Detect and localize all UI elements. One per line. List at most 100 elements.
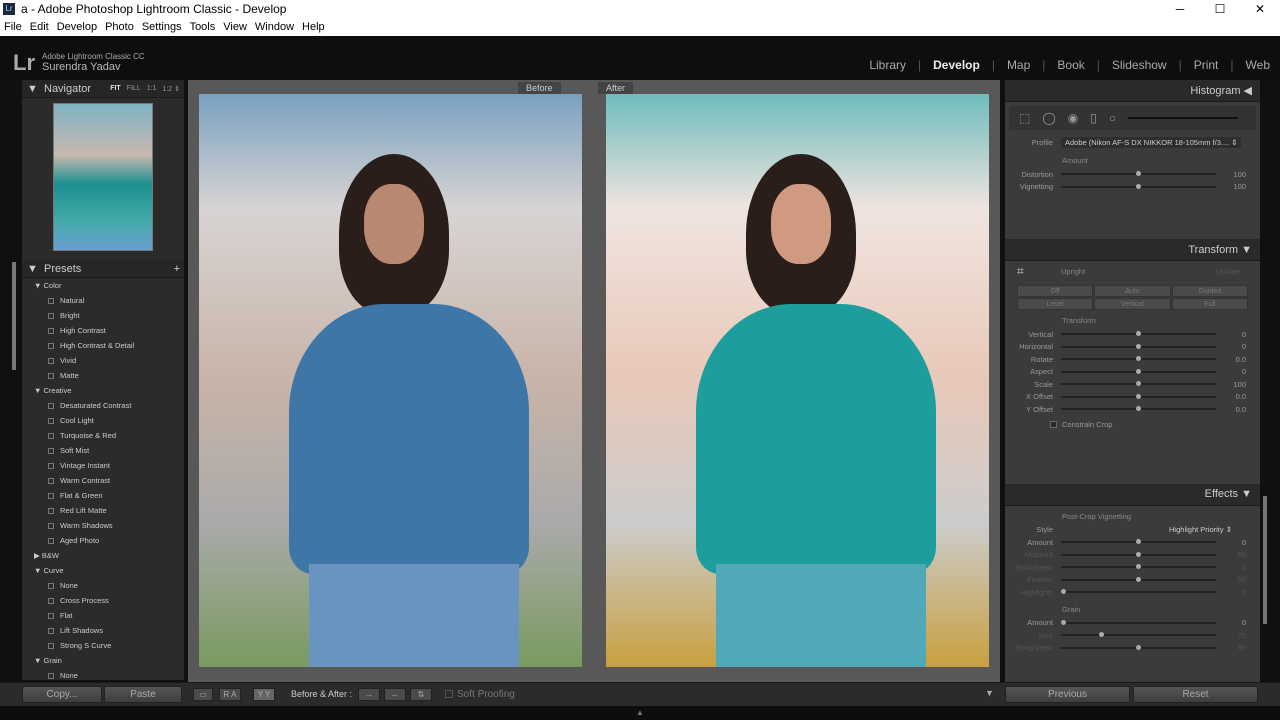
menu-edit[interactable]: Edit xyxy=(30,21,49,33)
slider-thumb[interactable] xyxy=(1136,576,1141,582)
before-photo[interactable] xyxy=(199,94,582,667)
slider-thumb[interactable] xyxy=(1136,564,1141,570)
slider-amount[interactable]: Amount 0 xyxy=(1005,617,1260,630)
slider-amount[interactable]: Amount 0 xyxy=(1005,536,1260,549)
red-eye-icon[interactable]: ◉ xyxy=(1068,111,1078,125)
menu-file[interactable]: File xyxy=(4,21,22,33)
slider-thumb[interactable] xyxy=(1136,644,1141,650)
upright-auto-button[interactable]: Auto xyxy=(1094,285,1171,297)
menu-window[interactable]: Window xyxy=(255,21,294,33)
preset-item[interactable]: Warm Shadows xyxy=(22,518,184,533)
zoom-option[interactable]: FIT xyxy=(110,85,121,93)
navigator-header[interactable]: ▼ Navigator FIT FILL 1:1 1:2 ⇕ xyxy=(22,80,184,98)
close-button[interactable]: ✕ xyxy=(1240,0,1280,18)
preset-item[interactable]: Flat xyxy=(22,608,184,623)
slider-thumb[interactable] xyxy=(1136,183,1141,189)
slider-value[interactable]: 50 xyxy=(1216,643,1246,652)
slider-highlights[interactable]: Highlights 0 xyxy=(1005,586,1260,599)
preset-item[interactable]: Desaturated Contrast xyxy=(22,398,184,413)
slider-value[interactable]: 0 xyxy=(1216,563,1246,572)
slider-thumb[interactable] xyxy=(1098,632,1104,638)
slider-midpoint[interactable]: Midpoint 50 xyxy=(1005,549,1260,562)
slider-vignetting[interactable]: Vignetting 100 xyxy=(1005,181,1260,194)
slider-vertical[interactable]: Vertical 0 xyxy=(1005,328,1260,341)
radial-filter-icon[interactable]: ○ xyxy=(1109,111,1116,125)
constrain-crop-checkbox[interactable] xyxy=(1050,421,1057,428)
slider-value[interactable]: 25 xyxy=(1216,631,1246,640)
slider-y-offset[interactable]: Y Offset 0.0 xyxy=(1005,403,1260,416)
slider-thumb[interactable] xyxy=(1136,331,1141,337)
preset-item[interactable]: High Contrast & Detail xyxy=(22,338,184,353)
module-develop[interactable]: Develop xyxy=(933,58,980,72)
swap-button[interactable]: ⇅ xyxy=(410,688,432,701)
slider-track[interactable] xyxy=(1061,171,1216,177)
filmstrip-toggle-icon[interactable]: ▲ xyxy=(636,708,644,717)
slider-size[interactable]: Size 25 xyxy=(1005,629,1260,642)
soft-proofing-checkbox[interactable] xyxy=(445,690,453,698)
preset-item[interactable]: Strong S Curve xyxy=(22,638,184,653)
effects-header[interactable]: Effects ▼ xyxy=(1005,483,1260,506)
crop-icon[interactable]: ⌗ xyxy=(1005,264,1025,279)
brush-slider[interactable] xyxy=(1128,117,1239,119)
slider-track[interactable] xyxy=(1061,632,1216,638)
preset-item[interactable]: Matte xyxy=(22,368,184,383)
graduated-filter-icon[interactable]: ▯ xyxy=(1090,111,1097,125)
slider-track[interactable] xyxy=(1061,576,1216,582)
module-web[interactable]: Web xyxy=(1246,58,1270,72)
slider-value[interactable]: 100 xyxy=(1216,170,1246,179)
preset-item[interactable]: Vivid xyxy=(22,353,184,368)
slider-value[interactable]: 100 xyxy=(1216,182,1246,191)
slider-track[interactable] xyxy=(1061,331,1216,337)
slider-thumb[interactable] xyxy=(1136,393,1141,399)
slider-roundness[interactable]: Roundness 0 xyxy=(1005,561,1260,574)
menu-view[interactable]: View xyxy=(223,21,247,33)
slider-track[interactable] xyxy=(1061,356,1216,362)
before-after-tb-button[interactable]: Y Y xyxy=(253,688,275,701)
preset-item[interactable]: None xyxy=(22,668,184,682)
slider-x-offset[interactable]: X Offset 0.0 xyxy=(1005,391,1260,404)
histogram-header[interactable]: Histogram ◀ xyxy=(1005,80,1260,102)
slider-thumb[interactable] xyxy=(1136,539,1141,545)
upright-guided-button[interactable]: Guided xyxy=(1171,285,1248,297)
preset-item[interactable]: Natural xyxy=(22,293,184,308)
slider-roughness[interactable]: Roughness 50 xyxy=(1005,642,1260,655)
preset-group-bw[interactable]: ▶ B&W xyxy=(22,548,184,563)
slider-value[interactable]: 0 xyxy=(1216,330,1246,339)
slider-value[interactable]: 0 xyxy=(1216,618,1246,627)
slider-track[interactable] xyxy=(1061,393,1216,399)
slider-track[interactable] xyxy=(1061,183,1216,189)
paste-button[interactable]: Paste xyxy=(104,686,182,703)
preset-group-color[interactable]: ▼ Color xyxy=(22,278,184,293)
preset-item[interactable]: None xyxy=(22,578,184,593)
module-print[interactable]: Print xyxy=(1194,58,1219,72)
style-select[interactable]: Highlight Priority ⇕ xyxy=(1169,525,1260,534)
toolbar-menu-icon[interactable]: ▼ xyxy=(985,688,994,698)
preset-item[interactable]: Cross Process xyxy=(22,593,184,608)
zoom-option[interactable]: FILL xyxy=(127,85,141,93)
slider-thumb[interactable] xyxy=(1136,368,1141,374)
add-preset-button[interactable]: + xyxy=(174,263,184,275)
slider-track[interactable] xyxy=(1061,406,1216,412)
slider-track[interactable] xyxy=(1061,564,1216,570)
slider-value[interactable]: 0.0 xyxy=(1216,405,1246,414)
slider-value[interactable]: 100 xyxy=(1216,380,1246,389)
slider-track[interactable] xyxy=(1061,589,1216,595)
upright-full-button[interactable]: Full xyxy=(1171,298,1248,310)
loupe-view-button[interactable]: ▭ xyxy=(193,688,213,701)
menu-develop[interactable]: Develop xyxy=(57,21,97,33)
slider-track[interactable] xyxy=(1061,539,1216,545)
module-map[interactable]: Map xyxy=(1007,58,1030,72)
slider-distortion[interactable]: Distortion 100 xyxy=(1005,168,1260,181)
preset-item[interactable]: Aged Photo xyxy=(22,533,184,548)
slider-thumb[interactable] xyxy=(1136,381,1141,387)
preset-item[interactable]: Flat & Green xyxy=(22,488,184,503)
preset-item[interactable]: Turquoise & Red xyxy=(22,428,184,443)
slider-aspect[interactable]: Aspect 0 xyxy=(1005,366,1260,379)
slider-track[interactable] xyxy=(1061,551,1216,557)
preset-item[interactable]: Red Lift Matte xyxy=(22,503,184,518)
menu-help[interactable]: Help xyxy=(302,21,325,33)
preset-group-creative[interactable]: ▼ Creative xyxy=(22,383,184,398)
zoom-option[interactable]: 1:2 ⇕ xyxy=(162,85,180,93)
slider-value[interactable]: 50 xyxy=(1216,575,1246,584)
preset-item[interactable]: Warm Contrast xyxy=(22,473,184,488)
